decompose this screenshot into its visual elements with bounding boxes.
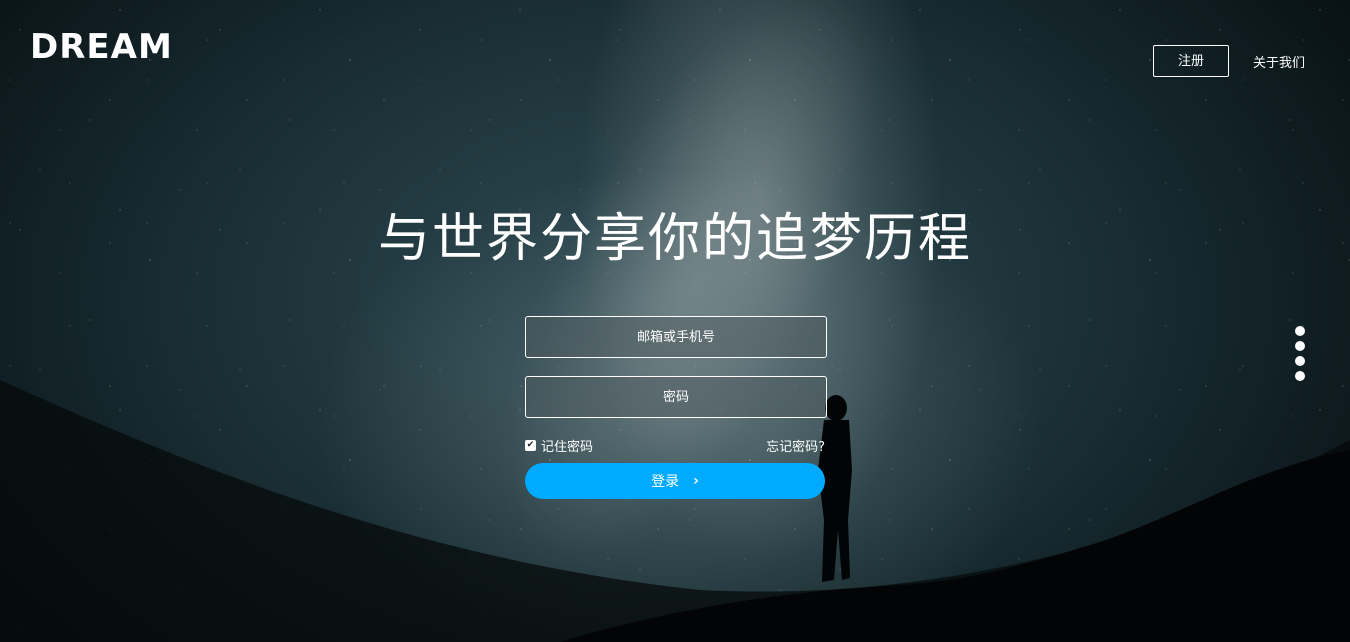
account-input[interactable] bbox=[525, 316, 827, 358]
slide-pagination bbox=[1295, 326, 1305, 386]
about-us-link[interactable]: 关于我们 bbox=[1253, 52, 1305, 71]
top-nav: 注册 关于我们 bbox=[1152, 45, 1305, 77]
remember-password-label: 记住密码 bbox=[541, 439, 594, 455]
checkbox-checked-icon[interactable]: ✔ bbox=[525, 439, 536, 451]
chevron-right-icon: › bbox=[693, 473, 699, 489]
pagination-dot-1[interactable] bbox=[1295, 326, 1305, 336]
forgot-password-link[interactable]: 忘记密码? bbox=[766, 436, 825, 455]
login-options: ✔ 记住密码 忘记密码? bbox=[525, 436, 827, 455]
hero-headline: 与世界分享你的追梦历程 bbox=[377, 209, 972, 269]
login-button[interactable]: 登录 › bbox=[525, 463, 825, 499]
password-input[interactable] bbox=[525, 376, 827, 418]
pagination-dot-4[interactable] bbox=[1295, 371, 1305, 381]
remember-password-checkbox[interactable]: ✔ 记住密码 bbox=[525, 436, 593, 455]
register-button[interactable]: 注册 bbox=[1152, 45, 1229, 77]
login-button-label: 登录 bbox=[651, 474, 680, 490]
pagination-dot-2[interactable] bbox=[1295, 341, 1305, 351]
logo[interactable]: DREAM bbox=[30, 28, 173, 66]
login-form: ✔ 记住密码 忘记密码? 登录 › bbox=[525, 316, 827, 499]
pagination-dot-3[interactable] bbox=[1295, 356, 1305, 366]
